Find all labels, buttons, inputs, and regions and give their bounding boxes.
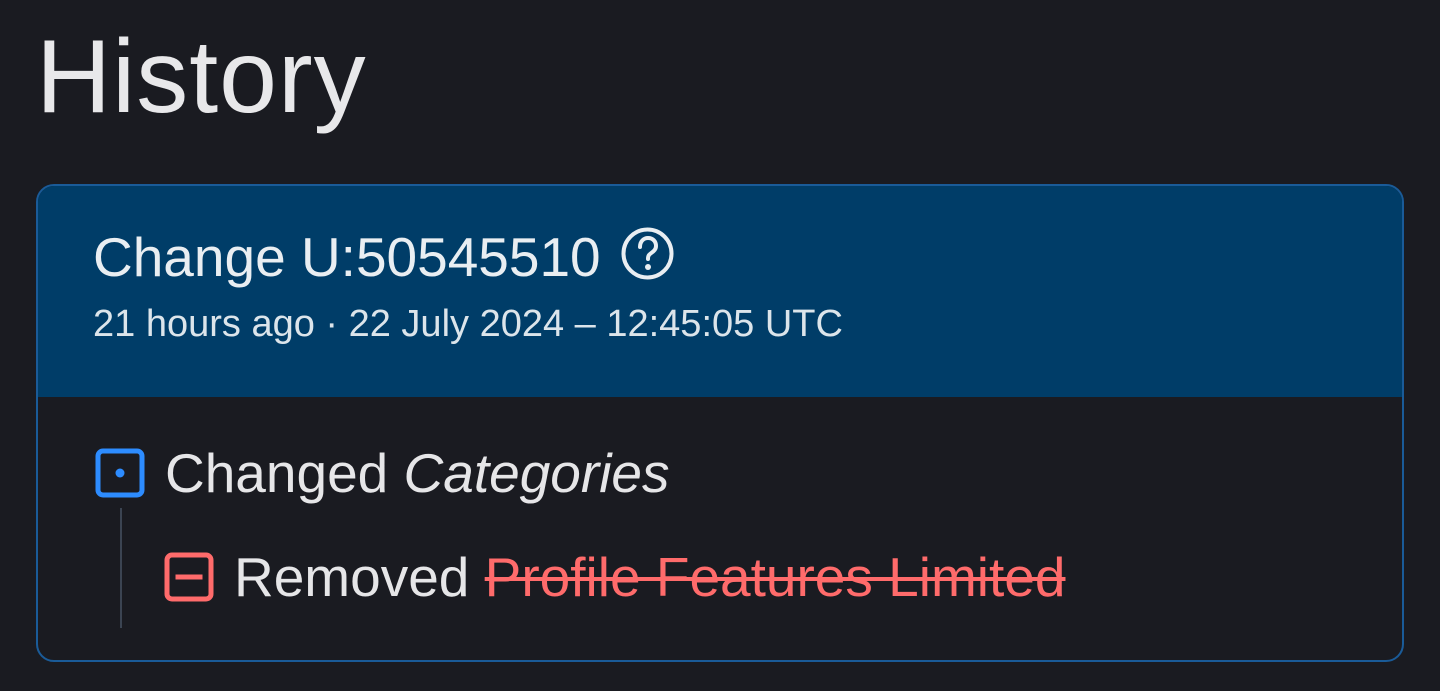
removed-verb: Removed	[234, 546, 470, 608]
change-title: Change U:50545510	[93, 226, 601, 288]
changed-verb: Changed	[165, 442, 389, 504]
removed-label: Removed Profile Features Limited	[234, 544, 1065, 610]
timeline-connector	[120, 508, 122, 628]
question-circle-icon[interactable]	[619, 225, 676, 282]
removed-target: Profile Features Limited	[484, 546, 1066, 608]
changed-categories-item: Changed Categories	[95, 440, 670, 506]
removed-profile-feature-item: Removed Profile Features Limited	[164, 544, 1065, 610]
change-timestamp: 21 hours ago · 22 July 2024 – 12:45:05 U…	[93, 303, 843, 345]
history-change-card: Change U:50545510 21 hours ago · 22 July…	[36, 184, 1404, 662]
category-change-icon	[95, 448, 145, 498]
history-page: History Change U:50545510 21 hours ago ·…	[0, 0, 1440, 691]
changed-label: Changed Categories	[165, 440, 670, 506]
change-title-row: Change U:50545510	[93, 224, 676, 290]
remove-icon	[164, 552, 214, 602]
changed-target: Categories	[403, 442, 670, 504]
page-title: History	[36, 19, 367, 135]
change-header: Change U:50545510 21 hours ago · 22 July…	[38, 186, 1402, 397]
